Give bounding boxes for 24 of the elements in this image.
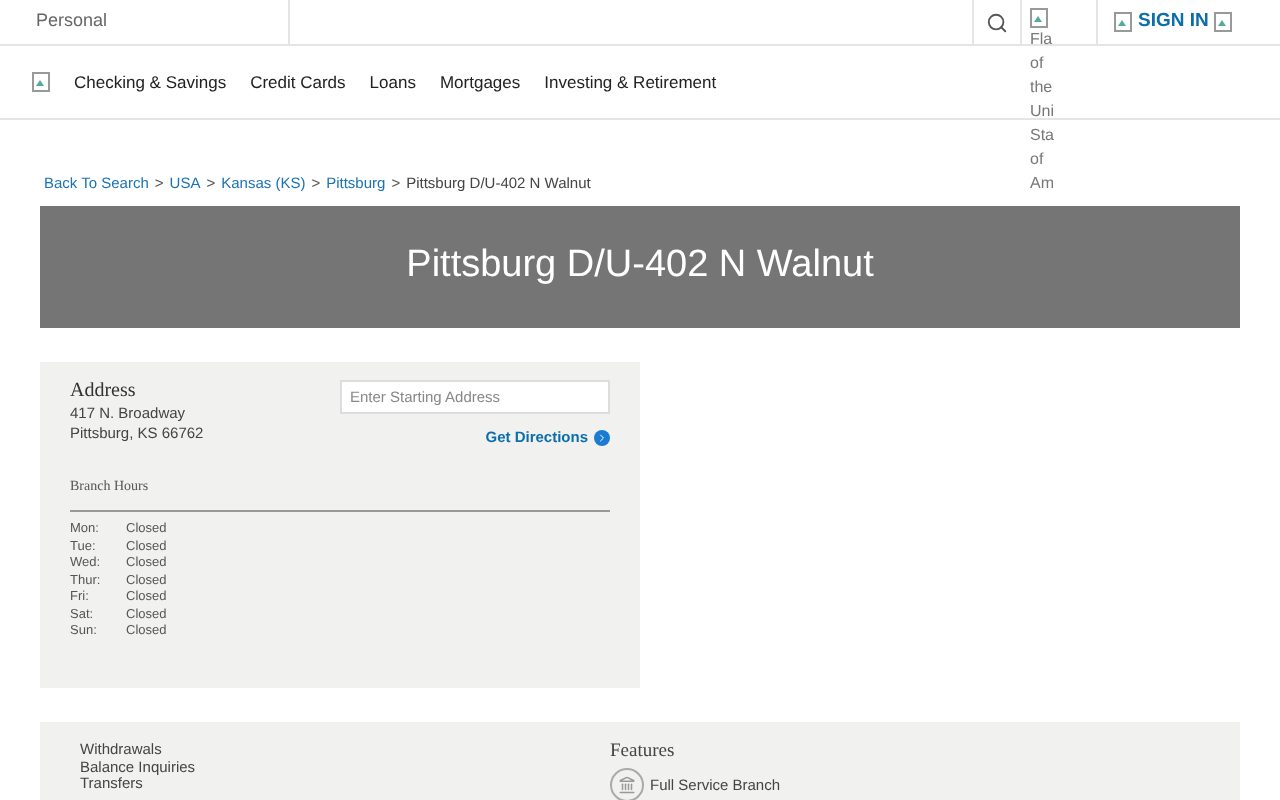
image-alt-text: of [1030, 52, 1046, 76]
broken-image-icon [1030, 8, 1048, 28]
image-alt-text: Am [1030, 172, 1055, 196]
bank-icon [610, 768, 644, 800]
image-alt-text: Sta [1030, 124, 1055, 148]
nav-link[interactable]: Checking & Savings [74, 69, 227, 95]
search-icon[interactable] [986, 11, 1008, 33]
nav-link[interactable]: Credit Cards [250, 69, 346, 95]
features-heading: Features [610, 742, 677, 764]
sign-in-link[interactable]: SIGN IN [1138, 7, 1209, 37]
image-alt-text: the [1030, 76, 1055, 100]
chevron-icon [594, 429, 610, 446]
nav-link[interactable]: Investing & Retirement [544, 69, 717, 95]
nav-link[interactable]: Loans [369, 69, 416, 95]
branch-title: Pittsburg D/U-402 N Walnut [406, 242, 874, 291]
image-alt-text: of [1030, 148, 1046, 172]
logo-broken-image-icon [32, 72, 50, 92]
nav-link[interactable]: Mortgages [439, 69, 521, 95]
segment-label[interactable]: Personal [36, 8, 108, 36]
broken-image-icon [1114, 12, 1132, 32]
image-alt-text: Uni [1030, 100, 1055, 124]
broken-image-icon [1214, 12, 1233, 32]
address-heading: Address [70, 380, 138, 404]
image-alt-text: Fla [1030, 28, 1055, 52]
